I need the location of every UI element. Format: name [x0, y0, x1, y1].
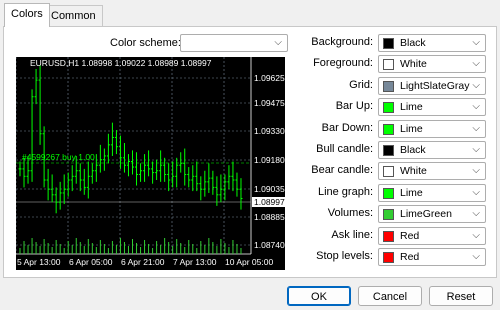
bar-down-color-value: Lime: [400, 122, 423, 135]
ask-line-label: Ask line:: [331, 228, 373, 241]
price-tick-label: 1.08885: [254, 212, 285, 222]
price-tick-label: 1.09625: [254, 73, 285, 83]
chart-header: EURUSD,H1 1.08998 1.09022 1.08989 1.0899…: [30, 58, 212, 68]
stop-levels-label: Stop levels:: [316, 250, 373, 262]
grid-label: Grid:: [349, 78, 373, 91]
chevron-down-icon: ⌵: [274, 37, 282, 48]
time-tick-label: 6 Apr 05:00: [69, 257, 113, 267]
chevron-down-icon: ⌵: [472, 58, 480, 70]
tab-colors[interactable]: Colors: [4, 3, 50, 27]
color-scheme-select[interactable]: ⌵: [180, 34, 288, 52]
color-swatch: [383, 102, 394, 114]
bear-candle-color-value: White: [400, 165, 427, 178]
bull-candle-color-value: Black: [400, 144, 426, 156]
foreground-label: Foreground:: [313, 57, 373, 70]
price-tick-label: 1.09475: [254, 98, 285, 108]
ok-button[interactable]: OK: [287, 286, 351, 306]
foreground-color-select[interactable]: White ⌵: [378, 55, 486, 74]
ask-line-color-value: Red: [400, 229, 420, 242]
bar-down-label: Bar Down:: [321, 121, 373, 134]
volumes-color-select[interactable]: LimeGreen ⌵: [378, 205, 486, 224]
chevron-down-icon: ⌵: [472, 229, 480, 241]
chevron-down-icon: ⌵: [472, 37, 480, 48]
chevron-down-icon: ⌵: [472, 186, 480, 198]
stop-levels-color-value: Red: [400, 251, 420, 263]
stop-levels-color-select[interactable]: Red ⌵: [378, 248, 486, 266]
color-swatch: [383, 187, 394, 199]
chevron-down-icon: ⌵: [472, 101, 480, 113]
grid-color-value: LightSlateGray: [400, 79, 470, 92]
background-color-select[interactable]: Black ⌵: [378, 34, 486, 52]
color-swatch: [383, 38, 394, 49]
foreground-color-value: White: [400, 58, 427, 71]
color-swatch: [383, 166, 394, 178]
price-tick-label: 1.09330: [254, 126, 285, 136]
bull-candle-color-select[interactable]: Black ⌵: [378, 141, 486, 159]
time-tick-label: 5 Apr 13:00: [17, 257, 61, 267]
bear-candle-color-select[interactable]: White ⌵: [378, 162, 486, 181]
color-swatch: [383, 59, 394, 71]
price-tick-label: 1.08740: [254, 240, 285, 250]
color-swatch: [383, 252, 394, 263]
bear-candle-label: Bear candle:: [311, 164, 373, 177]
color-swatch: [383, 145, 394, 156]
color-swatch: [383, 80, 394, 92]
color-swatch: [383, 123, 394, 135]
price-tick-label: 1.09035: [254, 184, 285, 194]
time-tick-label: 6 Apr 21:00: [121, 257, 165, 267]
color-swatch: [383, 209, 394, 221]
cancel-button[interactable]: Cancel: [358, 286, 422, 306]
price-tick-label: 1.08997: [254, 197, 285, 207]
bar-up-label: Bar Up:: [335, 100, 373, 113]
time-tick-label: 10 Apr 05:00: [225, 257, 273, 267]
bar-down-color-select[interactable]: Lime ⌵: [378, 119, 486, 138]
chart-canvas: EURUSD,H1 1.08998 1.09022 1.08989 1.0899…: [16, 57, 285, 270]
color-swatch: [383, 230, 394, 242]
time-tick-label: 7 Apr 13:00: [173, 257, 217, 267]
price-tick-label: 1.09180: [254, 155, 285, 165]
line-graph-color-value: Lime: [400, 186, 423, 199]
chevron-down-icon: ⌵: [472, 208, 480, 220]
ask-line-color-select[interactable]: Red ⌵: [378, 226, 486, 245]
reset-button[interactable]: Reset: [429, 286, 493, 306]
chart-preview: EURUSD,H1 1.08998 1.09022 1.08989 1.0899…: [16, 57, 285, 270]
bar-up-color-value: Lime: [400, 101, 423, 114]
chart-background: [16, 57, 285, 270]
chevron-down-icon: ⌵: [472, 79, 480, 91]
chevron-down-icon: ⌵: [472, 144, 480, 155]
volumes-color-value: LimeGreen: [400, 208, 452, 221]
tab-bar: Colors Common: [0, 0, 500, 27]
chevron-down-icon: ⌵: [472, 165, 480, 177]
background-color-value: Black: [400, 37, 426, 49]
bar-up-color-select[interactable]: Lime ⌵: [378, 98, 486, 117]
chevron-down-icon: ⌵: [472, 251, 480, 262]
color-scheme-label: Color scheme:: [110, 37, 181, 49]
line-graph-label: Line graph:: [317, 185, 373, 198]
grid-color-select[interactable]: LightSlateGray ⌵: [378, 76, 486, 95]
bull-candle-label: Bull candle:: [316, 143, 373, 155]
chevron-down-icon: ⌵: [472, 122, 480, 134]
volumes-label: Volumes:: [327, 207, 373, 220]
order-label: #4599267 buy 1.00: [22, 152, 95, 162]
background-label: Background:: [311, 36, 373, 48]
line-graph-color-select[interactable]: Lime ⌵: [378, 183, 486, 202]
tab-common[interactable]: Common: [44, 5, 103, 26]
